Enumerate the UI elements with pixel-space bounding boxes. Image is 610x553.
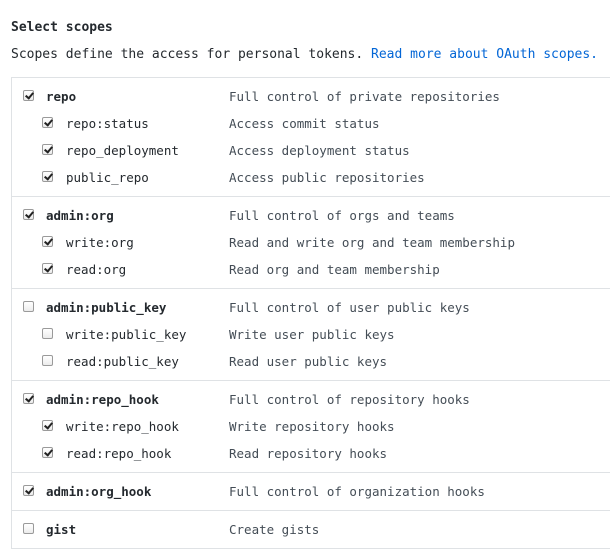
scope-name[interactable]: write:public_key [66, 327, 186, 342]
scope-checkbox-read-repo-hook[interactable] [42, 447, 53, 458]
scope-row-repo-status: repo:status Access commit status [12, 111, 610, 138]
scope-checkbox-write-public-key[interactable] [42, 328, 53, 339]
scope-description: Read org and team membership [229, 262, 440, 277]
scopes-description: Scopes define the access for personal to… [11, 47, 598, 62]
scope-checkbox-admin-repo-hook[interactable] [23, 393, 34, 404]
scope-row-admin-public-key: admin:public_key Full control of user pub… [12, 295, 610, 322]
scope-group-gist: gist Create gists [12, 517, 610, 549]
scope-row-write-repo-hook: write:repo_hook Write repository hooks [12, 414, 610, 441]
scope-checkbox-admin-public-key[interactable] [23, 301, 34, 312]
scope-row-admin-org-hook: admin:org_hook Full control of organizati… [12, 479, 610, 506]
section-heading: Select scopes [11, 20, 113, 35]
scope-checkbox-repo-status[interactable] [42, 117, 53, 128]
scope-checkbox-write-org[interactable] [42, 236, 53, 247]
scope-row-gist: gist Create gists [12, 517, 610, 544]
scope-name[interactable]: repo [46, 89, 76, 104]
scope-row-read-repo-hook: read:repo_hook Read repository hooks [12, 441, 610, 468]
scope-row-repo-deployment: repo_deployment Access deployment status [12, 138, 610, 165]
scope-name[interactable]: public_repo [66, 170, 149, 185]
scope-group-admin-repo-hook: admin:repo_hook Full control of repositor… [12, 387, 610, 473]
scope-description: Write user public keys [229, 327, 395, 342]
scope-name[interactable]: read:repo_hook [66, 446, 171, 461]
scope-name[interactable]: write:repo_hook [66, 419, 179, 434]
scope-description: Full control of orgs and teams [229, 208, 455, 223]
scope-description: Access deployment status [229, 143, 410, 158]
scope-description: Create gists [229, 522, 320, 537]
scope-name[interactable]: read:public_key [66, 354, 179, 369]
scope-checkbox-read-public-key[interactable] [42, 355, 53, 366]
scope-row-admin-repo-hook: admin:repo_hook Full control of repositor… [12, 387, 610, 414]
scope-row-admin-org: admin:org Full control of orgs and teams [12, 203, 610, 230]
scope-checkbox-repo[interactable] [23, 90, 34, 101]
scope-name[interactable]: admin:public_key [46, 300, 166, 315]
scope-row-write-public-key: write:public_key Write user public keys [12, 322, 610, 349]
scope-description: Full control of private repositories [229, 89, 500, 104]
scope-name[interactable]: repo:status [66, 116, 149, 131]
scope-description: Access commit status [229, 116, 380, 131]
oauth-scopes-link[interactable]: Read more about OAuth scopes. [371, 47, 598, 62]
scope-name[interactable]: admin:org_hook [46, 484, 151, 499]
scope-checkbox-public-repo[interactable] [42, 171, 53, 182]
scope-description: Read and write org and team membership [229, 235, 515, 250]
scope-description: Write repository hooks [229, 419, 395, 434]
scope-description: Read repository hooks [229, 446, 388, 461]
scope-name[interactable]: admin:repo_hook [46, 392, 159, 407]
scope-description: Full control of user public keys [229, 300, 470, 315]
scope-group-admin-org-hook: admin:org_hook Full control of organizati… [12, 479, 610, 511]
scope-name[interactable]: repo_deployment [66, 143, 179, 158]
scope-checkbox-gist[interactable] [23, 523, 34, 534]
scope-group-admin-public-key: admin:public_key Full control of user pub… [12, 295, 610, 381]
scope-description: Full control of repository hooks [229, 392, 470, 407]
scope-row-read-org: read:org Read org and team membership [12, 257, 610, 284]
scope-row-read-public-key: read:public_key Read user public keys [12, 349, 610, 376]
scope-row-repo: repo Full control of private repositories [12, 84, 610, 111]
scope-description: Read user public keys [229, 354, 388, 369]
scope-checkbox-admin-org[interactable] [23, 209, 34, 220]
scope-row-public-repo: public_repo Access public repositories [12, 165, 610, 192]
scopes-list: repo Full control of private repositories… [11, 77, 610, 549]
scope-name[interactable]: admin:org [46, 208, 114, 223]
scope-name[interactable]: write:org [66, 235, 134, 250]
scope-row-write-org: write:org Read and write org and team mem… [12, 230, 610, 257]
scope-description: Full control of organization hooks [229, 484, 485, 499]
scope-checkbox-read-org[interactable] [42, 263, 53, 274]
scope-name[interactable]: gist [46, 522, 76, 537]
scope-group-admin-org: admin:org Full control of orgs and teams w… [12, 203, 610, 289]
description-text: Scopes define the access for personal to… [11, 47, 364, 62]
scope-checkbox-repo-deployment[interactable] [42, 144, 53, 155]
scope-group-repo: repo Full control of private repositories… [12, 84, 610, 197]
scope-checkbox-write-repo-hook[interactable] [42, 420, 53, 431]
scope-description: Access public repositories [229, 170, 425, 185]
scope-name[interactable]: read:org [66, 262, 126, 277]
scope-checkbox-admin-org-hook[interactable] [23, 485, 34, 496]
